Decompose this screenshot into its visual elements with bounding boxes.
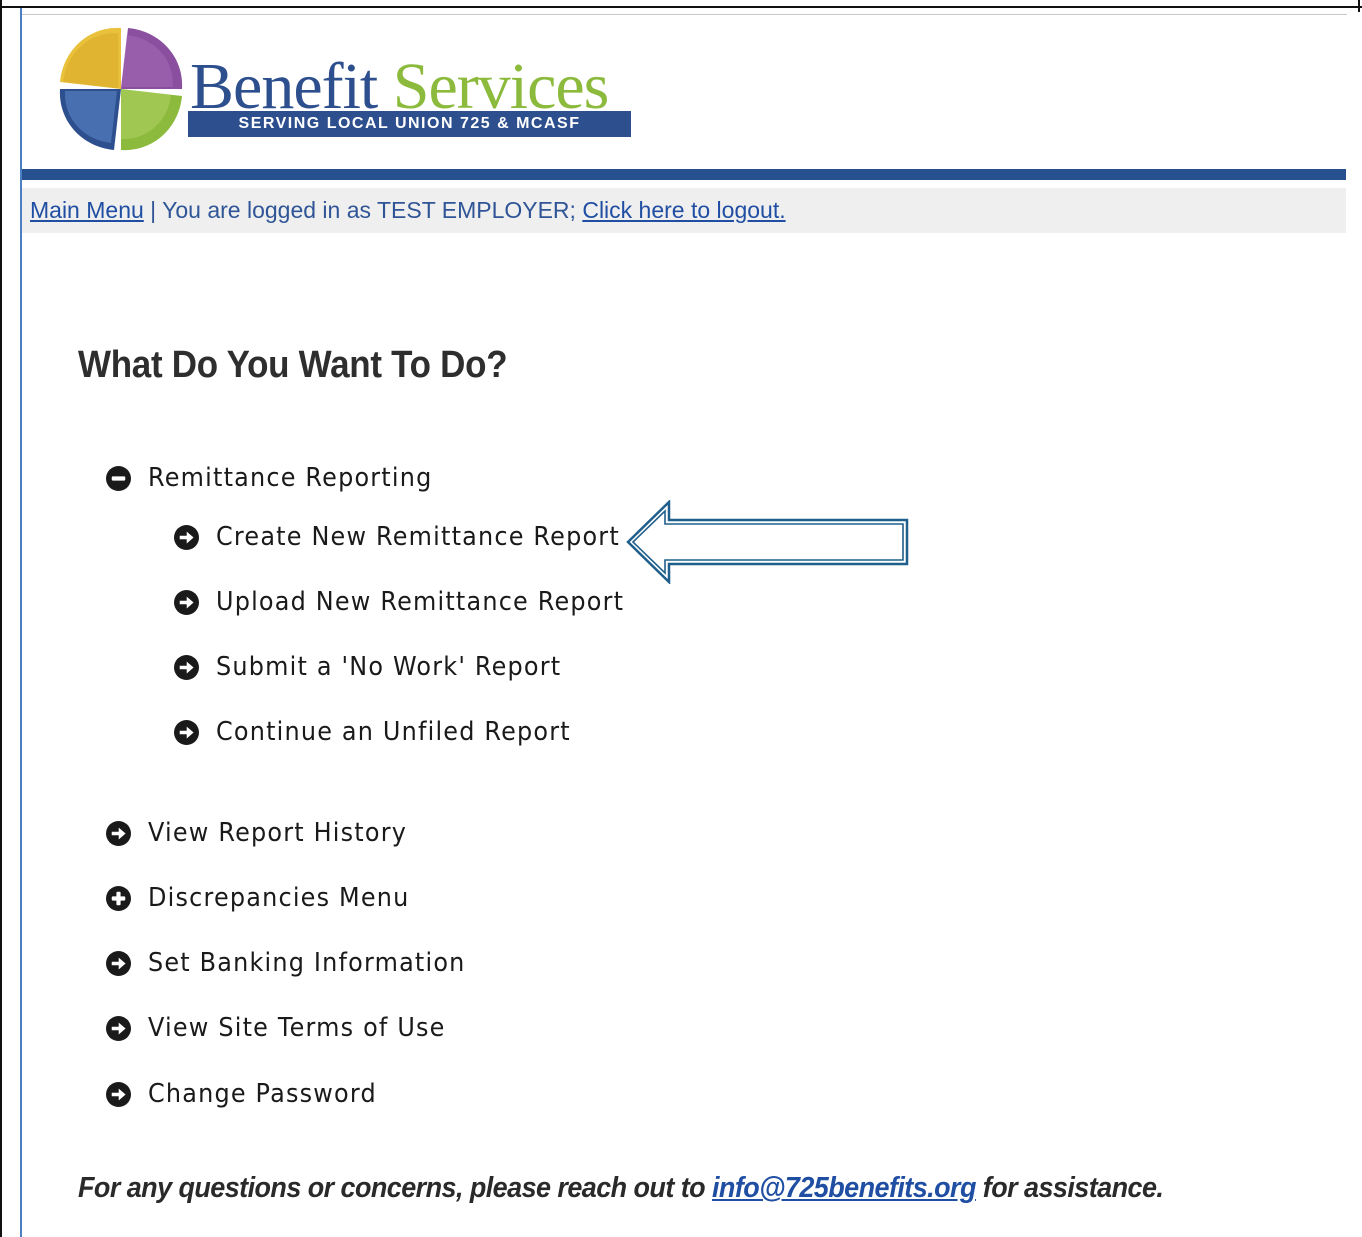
screenshot-border-right (1358, 0, 1360, 12)
logout-link[interactable]: Click here to logout. (582, 197, 785, 223)
logged-in-status: You are logged in as TEST EMPLOYER; (162, 197, 583, 223)
account-bar-separator: | (143, 197, 163, 223)
account-bar: Main Menu | You are logged in as TEST EM… (22, 188, 1346, 233)
menu-item-label: Continue an Unfiled Report (216, 717, 571, 747)
arrow-circle-right-icon (174, 589, 199, 615)
menu-item-view-report-history[interactable]: View Report History (106, 813, 430, 853)
page-top-line (22, 14, 1347, 15)
arrow-circle-right-icon (174, 524, 199, 550)
arrow-circle-right-icon (106, 1015, 131, 1041)
menu-item-discrepancies-menu[interactable]: Discrepancies Menu (106, 878, 432, 918)
arrow-circle-right-icon (106, 950, 131, 976)
help-note: For any questions or concerns, please re… (78, 1172, 1164, 1205)
menu-item-label: Submit a 'No Work' Report (216, 652, 562, 682)
pinwheel-logo-icon (59, 27, 183, 151)
minus-circle-icon (106, 465, 131, 491)
menu-item-label: Create New Remittance Report (216, 522, 620, 552)
menu-item-label: View Site Terms of Use (148, 1013, 446, 1043)
header-divider (22, 169, 1346, 180)
support-email-link[interactable]: info@725benefits.org (712, 1172, 976, 1204)
menu-item-create-new-remittance-report[interactable]: Create New Remittance Report (174, 517, 655, 557)
menu-item-submit-no-work-report[interactable]: Submit a 'No Work' Report (174, 647, 591, 687)
menu-item-remittance-reporting[interactable]: Remittance Reporting (106, 458, 457, 498)
menu-item-label: View Report History (148, 818, 408, 848)
annotation-arrow-icon (626, 500, 909, 584)
arrow-circle-right-icon (174, 719, 199, 745)
menu-item-label: Remittance Reporting (148, 463, 433, 493)
arrow-circle-right-icon (174, 654, 199, 680)
site-logo[interactable]: Benefit Services SERVING LOCAL UNION 725… (54, 22, 654, 162)
help-note-suffix: for assistance. (975, 1172, 1164, 1204)
menu-item-view-site-terms-of-use[interactable]: View Site Terms of Use (106, 1008, 471, 1048)
screenshot-border-top (0, 6, 1362, 8)
menu-item-label: Upload New Remittance Report (216, 587, 625, 617)
arrow-circle-right-icon (106, 820, 131, 846)
menu-item-change-password[interactable]: Change Password (106, 1074, 397, 1114)
menu-item-set-banking-information[interactable]: Set Banking Information (106, 943, 493, 983)
page-title: What Do You Want To Do? (78, 344, 508, 386)
arrow-circle-right-icon (106, 1081, 131, 1107)
menu-item-label: Set Banking Information (148, 948, 466, 978)
menu-item-label: Change Password (148, 1079, 377, 1109)
menu-item-upload-new-remittance-report[interactable]: Upload New Remittance Report (174, 582, 660, 622)
main-menu-link[interactable]: Main Menu (30, 197, 144, 223)
logo-tagline: SERVING LOCAL UNION 725 & MCASF (188, 111, 631, 137)
screenshot-border-left (0, 0, 2, 1237)
help-note-prefix: For any questions or concerns, please re… (78, 1172, 712, 1204)
plus-circle-icon (106, 885, 131, 911)
menu-item-continue-unfiled-report[interactable]: Continue an Unfiled Report (174, 712, 602, 752)
menu-item-label: Discrepancies Menu (148, 883, 410, 913)
